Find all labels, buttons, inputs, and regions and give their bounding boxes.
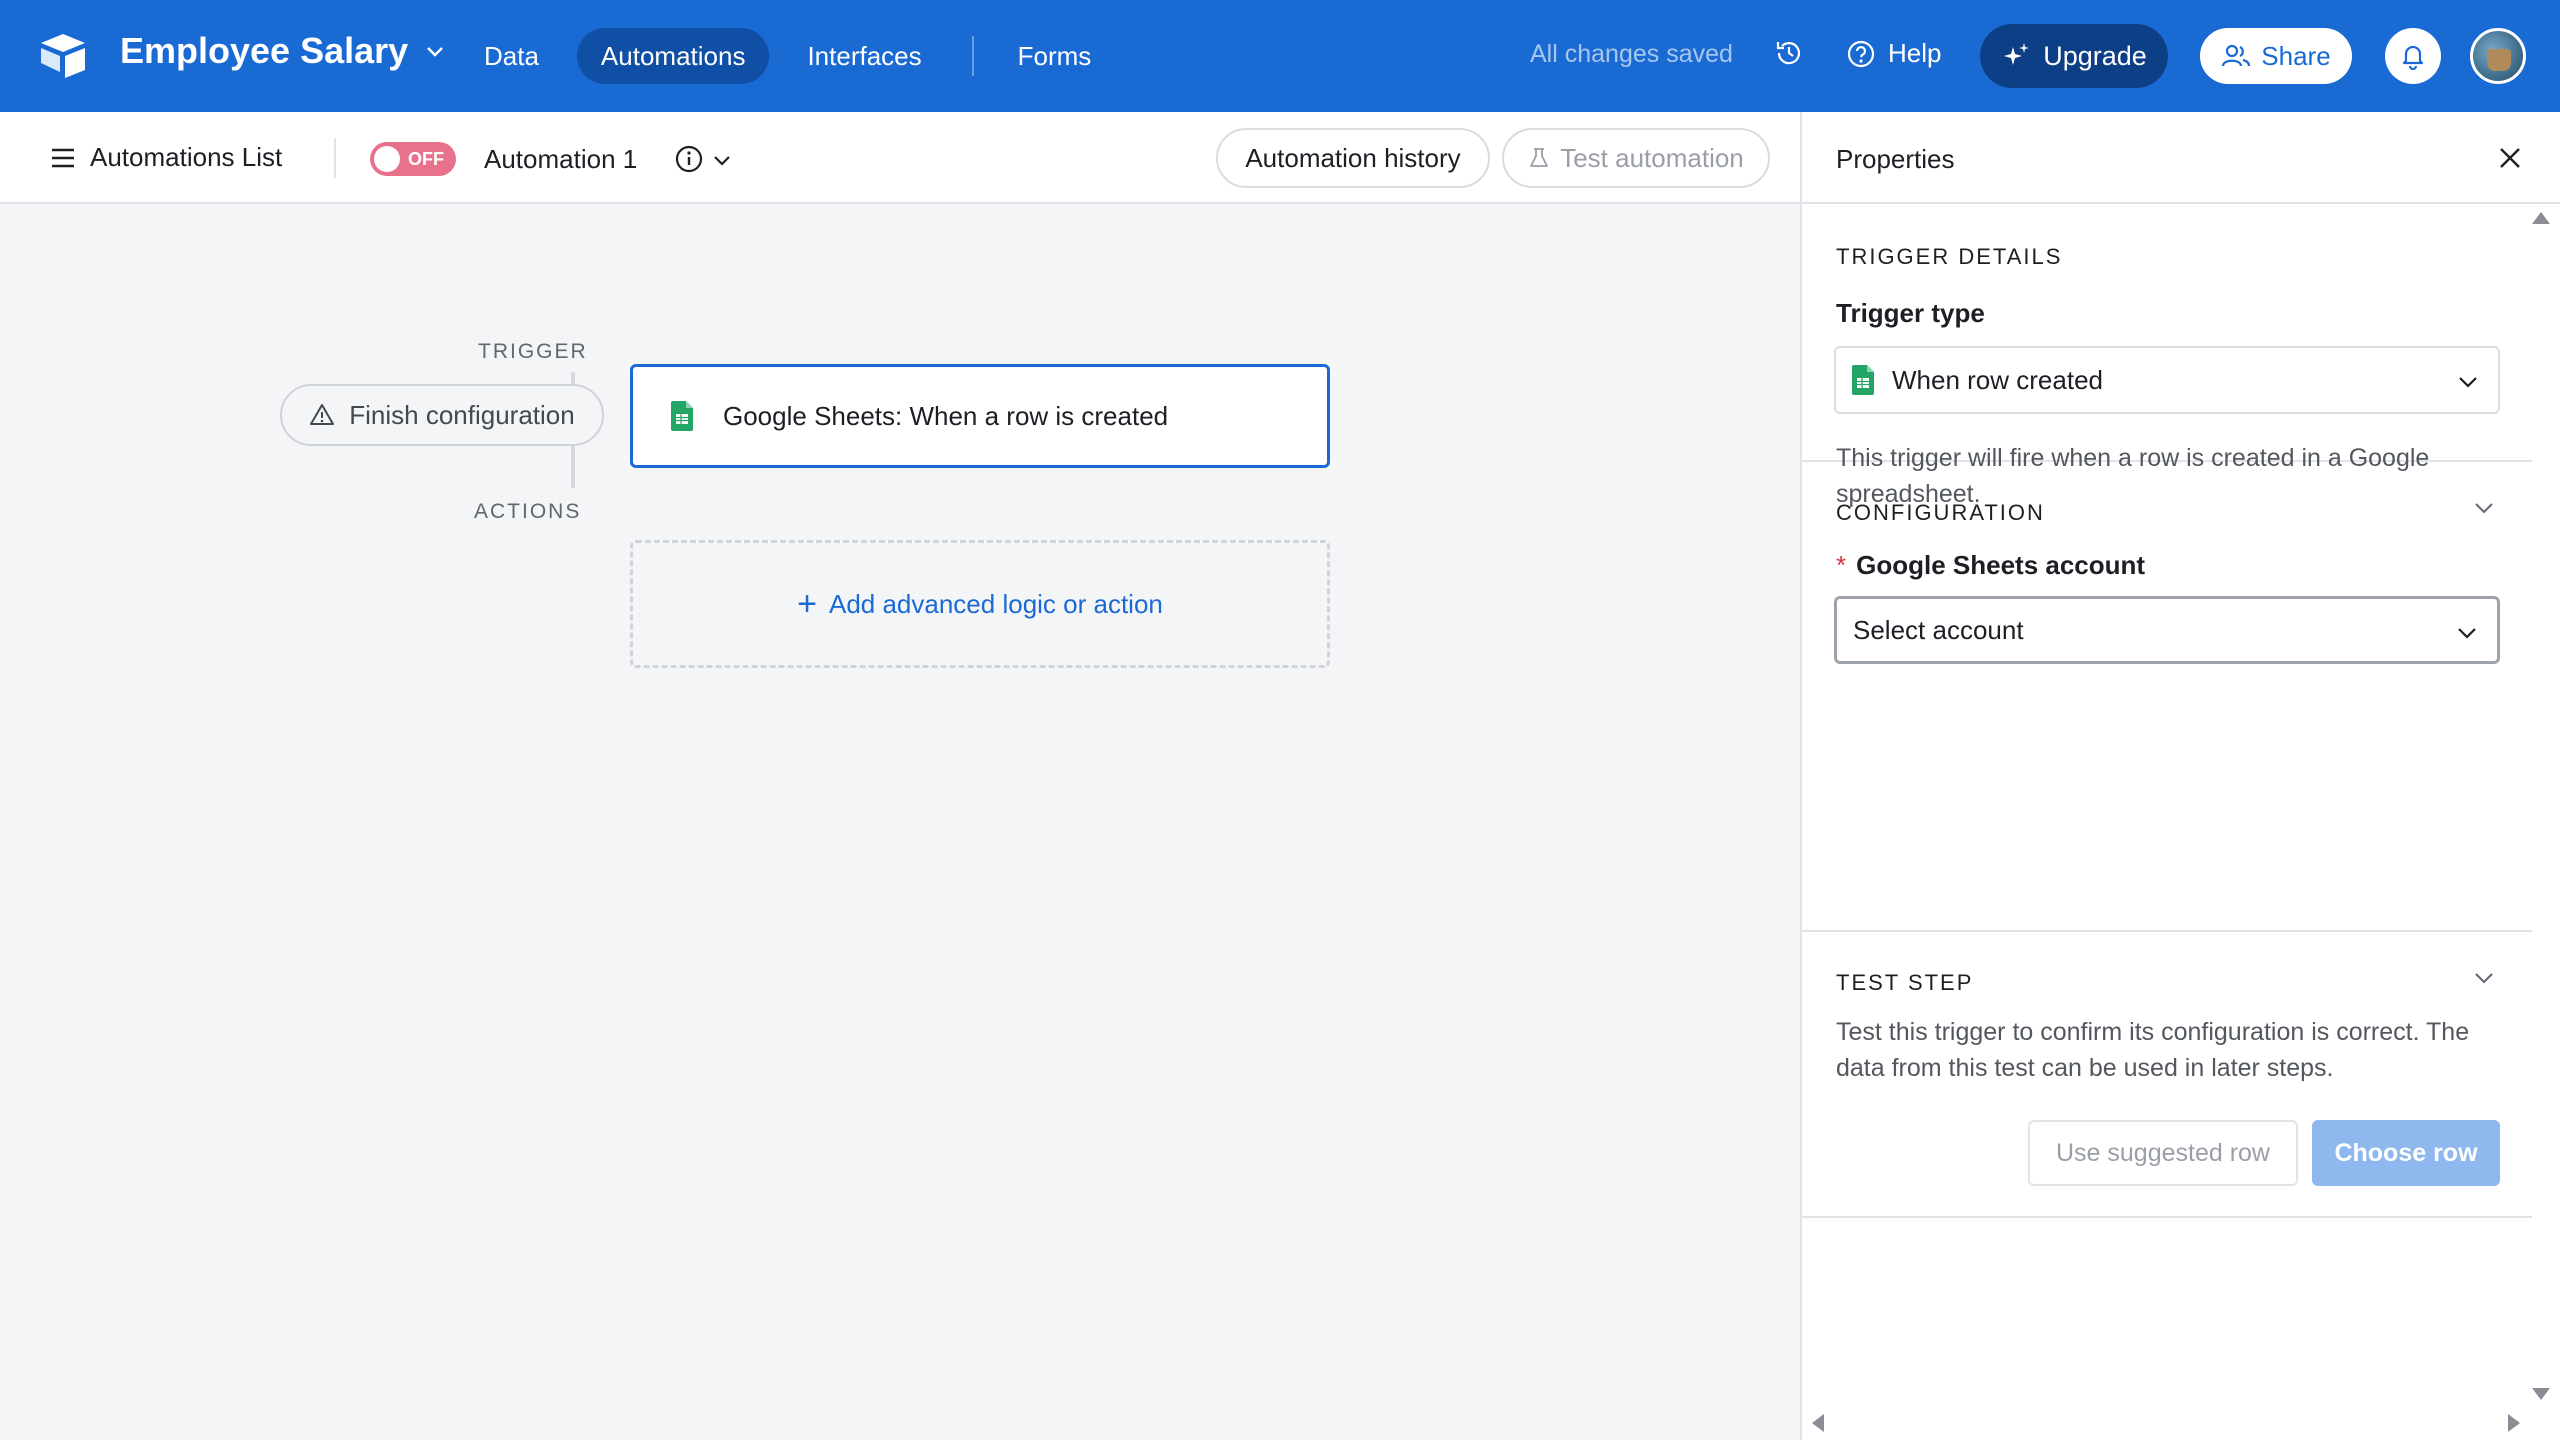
google-sheets-account-select[interactable]: Select account (1834, 596, 2500, 664)
nav-automations[interactable]: Automations (576, 28, 770, 84)
share-button[interactable]: Share (2200, 28, 2352, 84)
upgrade-button[interactable]: Upgrade (1980, 24, 2168, 88)
test-step-section: TEST STEP Test this trigger to confirm i… (1802, 932, 2532, 1218)
menu-icon (52, 148, 74, 167)
toolbar-divider (334, 138, 336, 178)
warning-icon (310, 404, 335, 425)
flask-icon (1530, 148, 1549, 167)
chevron-down-icon[interactable] (2472, 496, 2496, 520)
help-button[interactable]: Help (1846, 38, 1941, 69)
use-suggested-row-button[interactable]: Use suggested row (2028, 1120, 2298, 1186)
panel-title: Properties (1836, 144, 1955, 174)
nav-interfaces[interactable]: Interfaces (783, 28, 945, 84)
properties-panel: Properties TRIGGER DETAILS Trigger type … (1800, 112, 2560, 1440)
scroll-left-arrow[interactable] (1812, 1414, 1824, 1432)
add-action-button[interactable]: + Add advanced logic or action (630, 540, 1330, 668)
notifications-button[interactable] (2385, 28, 2441, 84)
history-icon[interactable] (1774, 38, 1804, 68)
google-sheets-account-text: Google Sheets account (1856, 550, 2146, 580)
nav-divider (971, 36, 974, 76)
nav-forms[interactable]: Forms (994, 28, 1116, 84)
automations-list-button[interactable]: Automations List (50, 142, 282, 173)
main-nav: Data Automations Interfaces Forms (460, 0, 1129, 112)
automation-toolbar: Automations List OFF Automation 1 Automa… (0, 112, 1800, 204)
base-title-dropdown[interactable]: Employee Salary (120, 30, 446, 72)
add-action-label: Add advanced logic or action (828, 588, 1163, 619)
choose-row-button[interactable]: Choose row (2312, 1120, 2500, 1186)
trigger-details-section: TRIGGER DETAILS Trigger type When row cr… (1802, 204, 2532, 508)
google-sheets-account-label: * Google Sheets account (1836, 550, 2145, 581)
base-title: Employee Salary (120, 30, 409, 71)
google-sheets-icon (671, 401, 693, 431)
automation-toggle[interactable]: OFF (370, 142, 456, 176)
automation-history-label: Automation history (1245, 142, 1461, 173)
sparkle-icon (2004, 43, 2030, 65)
finish-configuration-badge[interactable]: Finish configuration (280, 384, 604, 446)
bell-icon (2402, 45, 2424, 70)
help-label: Help (1888, 38, 1942, 68)
actions-section-label: ACTIONS (474, 500, 582, 523)
chevron-down-icon[interactable] (712, 150, 732, 170)
automation-name[interactable]: Automation 1 (484, 144, 637, 175)
trigger-details-title: TRIGGER DETAILS (1836, 244, 2063, 269)
test-automation-button[interactable]: Test automation (1502, 128, 1770, 188)
trigger-card-label: Google Sheets: When a row is created (723, 400, 1169, 431)
google-sheets-icon (1852, 365, 1874, 395)
toggle-label: OFF (408, 149, 444, 169)
trigger-type-value: When row created (1892, 364, 2103, 395)
chevron-down-icon (2458, 628, 2476, 639)
user-avatar[interactable] (2470, 28, 2526, 84)
toggle-knob (374, 146, 400, 172)
finish-configuration-label: Finish configuration (349, 399, 575, 430)
scroll-down-arrow[interactable] (2532, 1388, 2550, 1400)
test-step-title: TEST STEP (1836, 970, 1974, 995)
chevron-down-icon (2459, 377, 2477, 388)
close-icon[interactable] (2494, 142, 2526, 174)
nav-data[interactable]: Data (460, 28, 563, 84)
automation-history-button[interactable]: Automation history (1216, 128, 1490, 188)
configuration-body: CONFIGURATION * Google Sheets account Sel… (1802, 462, 2532, 932)
trigger-section-label: TRIGGER (478, 340, 588, 363)
scroll-up-arrow[interactable] (2532, 212, 2550, 224)
save-status: All changes saved (1530, 40, 1733, 68)
top-navigation-bar: Employee Salary Data Automations Interfa… (0, 0, 2560, 112)
test-step-description: Test this trigger to confirm its configu… (1836, 1018, 2470, 1082)
question-circle-icon (1847, 40, 1875, 67)
app-logo-icon[interactable] (38, 32, 88, 78)
configuration-title: CONFIGURATION (1836, 500, 2045, 525)
panel-header: Properties (1802, 112, 2560, 204)
trigger-card[interactable]: Google Sheets: When a row is created (630, 364, 1330, 468)
required-marker: * (1836, 550, 1847, 580)
trigger-type-select[interactable]: When row created (1834, 346, 2500, 414)
account-select-value: Select account (1853, 614, 2024, 645)
upgrade-label: Upgrade (2043, 40, 2147, 71)
users-icon (2222, 44, 2251, 67)
automations-list-label: Automations List (90, 142, 283, 172)
automation-canvas: TRIGGER Finish configuration Google Shee… (0, 204, 1800, 1440)
info-icon[interactable] (674, 144, 704, 174)
plus-icon: + (797, 585, 817, 623)
chevron-down-icon (427, 47, 444, 57)
share-label: Share (2261, 40, 2331, 71)
chevron-down-icon[interactable] (2472, 966, 2496, 990)
trigger-type-label: Trigger type (1836, 298, 1985, 328)
test-automation-label: Test automation (1560, 142, 1744, 173)
scroll-right-arrow[interactable] (2508, 1414, 2520, 1432)
